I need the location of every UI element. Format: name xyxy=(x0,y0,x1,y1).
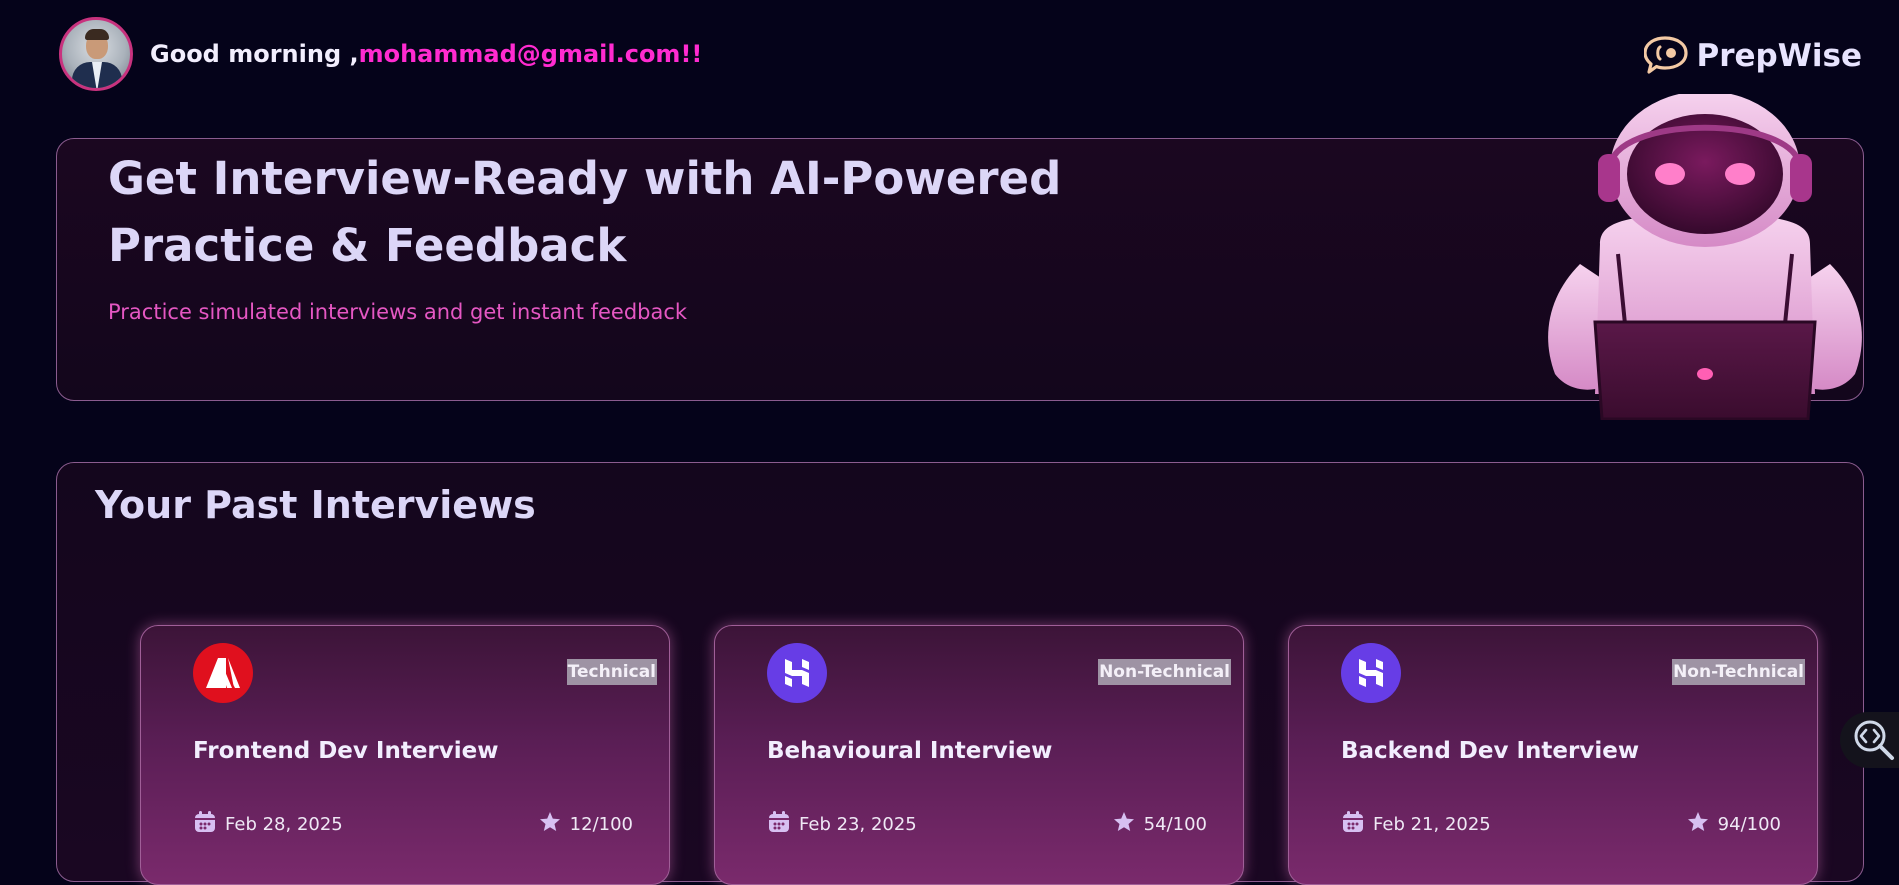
past-interviews-title: Your Past Interviews xyxy=(95,483,536,527)
calendar-icon xyxy=(195,810,215,832)
interview-score-text: 94/100 xyxy=(1717,814,1781,835)
interview-card[interactable]: Non-Technical Backend Dev Interview Feb … xyxy=(1288,625,1818,885)
calendar-icon xyxy=(769,810,789,832)
interview-title: Behavioural Interview xyxy=(767,738,1053,764)
interview-date: Feb 21, 2025 xyxy=(1341,808,1491,835)
interview-date-text: Feb 28, 2025 xyxy=(225,814,343,835)
avatar-hair xyxy=(85,29,109,40)
interview-date-text: Feb 21, 2025 xyxy=(1373,814,1491,835)
adobe-logo-icon xyxy=(193,643,253,703)
hero-subtitle: Practice simulated interviews and get in… xyxy=(108,300,688,324)
interview-type-tag: Technical xyxy=(566,659,657,685)
interview-title: Backend Dev Interview xyxy=(1341,738,1640,764)
greeting-text: Good morning ,mohammad@gmail.com!! xyxy=(150,40,702,68)
interview-score-text: 54/100 xyxy=(1143,814,1207,835)
interview-type-tag: Non-Technical xyxy=(1098,659,1231,685)
past-interviews-section: Your Past Interviews Technical Frontend … xyxy=(56,462,1864,885)
brand-name: PrepWise xyxy=(1696,38,1862,74)
star-icon xyxy=(1113,811,1134,831)
brand-logo[interactable]: PrepWise xyxy=(1644,35,1862,77)
robot-illustration xyxy=(1548,94,1862,420)
interview-title: Frontend Dev Interview xyxy=(193,738,499,764)
interview-type-tag: Non-Technical xyxy=(1672,659,1805,685)
greeting-email: mohammad@gmail.com!! xyxy=(358,40,703,68)
greeting-prefix: Good morning , xyxy=(150,40,359,68)
interview-date: Feb 28, 2025 xyxy=(193,808,343,835)
interview-score-text: 12/100 xyxy=(569,814,633,835)
interview-card[interactable]: Technical Frontend Dev Interview Feb 28,… xyxy=(140,625,670,885)
chat-bubble-logo-icon xyxy=(1644,36,1689,74)
code-search-icon xyxy=(1854,720,1894,760)
hostinger-logo-icon xyxy=(767,643,827,703)
hero-title: Get Interview-Ready with AI-Powered Prac… xyxy=(108,152,1062,272)
interview-score: 12/100 xyxy=(538,808,633,835)
interview-date: Feb 23, 2025 xyxy=(767,808,917,835)
star-icon xyxy=(539,811,560,831)
code-inspect-button[interactable] xyxy=(1840,712,1899,768)
interview-score: 54/100 xyxy=(1112,808,1207,835)
user-avatar[interactable] xyxy=(59,17,133,91)
star-icon xyxy=(1687,811,1708,831)
hostinger-logo-icon xyxy=(1341,643,1401,703)
interview-score: 94/100 xyxy=(1686,808,1781,835)
calendar-icon xyxy=(1343,810,1363,832)
interview-card[interactable]: Non-Technical Behavioural Interview Feb … xyxy=(714,625,1244,885)
interview-date-text: Feb 23, 2025 xyxy=(799,814,917,835)
